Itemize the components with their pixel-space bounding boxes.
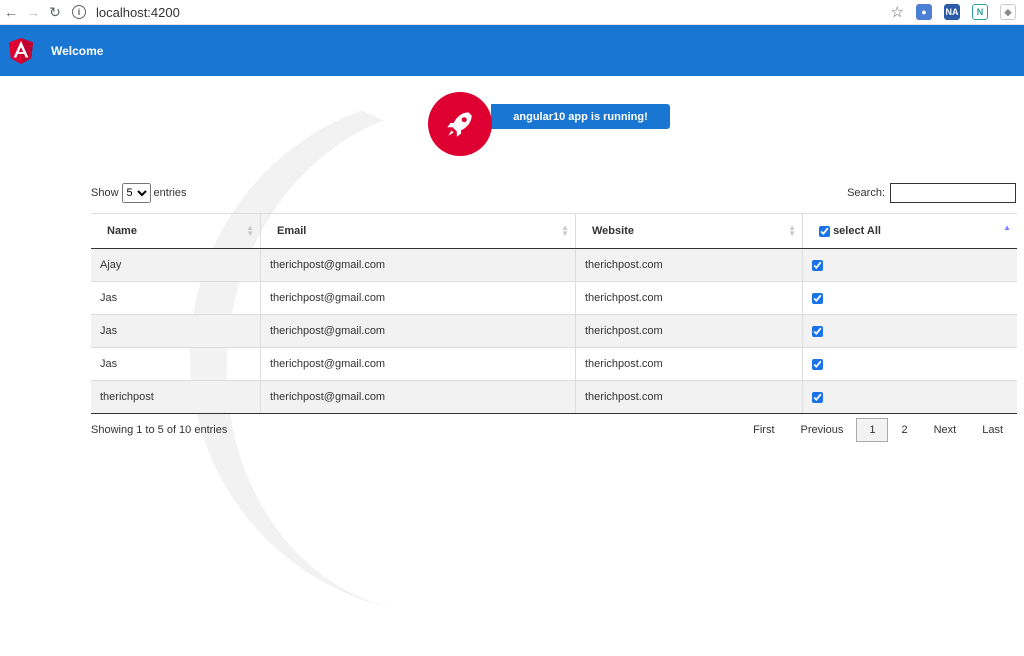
extension-n-icon[interactable]: N <box>972 4 988 20</box>
cell-select <box>802 380 1017 414</box>
search-control: Search: <box>847 183 1016 203</box>
cell-select <box>802 281 1017 315</box>
sort-asc-icon: ▲ <box>1003 223 1011 232</box>
select-all-checkbox[interactable] <box>819 225 830 237</box>
table-row: Jas therichpost@gmail.com therichpost.co… <box>91 347 1017 381</box>
previous-page-button[interactable]: Previous <box>788 418 857 442</box>
search-label: Search: <box>847 187 885 199</box>
cell-email: therichpost@gmail.com <box>260 380 576 414</box>
table-row: therichpost therichpost@gmail.com theric… <box>91 380 1017 414</box>
cell-name: Jas <box>91 347 261 381</box>
column-header-select-all[interactable]: select All ▲ <box>802 213 1017 249</box>
extension-na-icon[interactable]: NA <box>944 4 960 20</box>
cell-name: Ajay <box>91 248 261 282</box>
extension-profile-icon[interactable]: ● <box>916 4 932 20</box>
info-icon[interactable]: i <box>72 5 86 19</box>
cell-email: therichpost@gmail.com <box>260 314 576 348</box>
sort-both-icon: ▲ ▼ <box>788 223 796 238</box>
table-row: Jas therichpost@gmail.com therichpost.co… <box>91 314 1017 348</box>
table-row: Ajay therichpost@gmail.com therichpost.c… <box>91 248 1017 282</box>
show-label: Show <box>91 187 119 199</box>
extension-shield-icon[interactable]: ◆ <box>1000 4 1016 20</box>
app-header: Welcome <box>0 25 1024 76</box>
cell-email: therichpost@gmail.com <box>260 347 576 381</box>
page-2-button[interactable]: 2 <box>888 418 920 442</box>
cell-name: Jas <box>91 281 261 315</box>
address-bar[interactable]: i localhost:4200 <box>72 5 180 20</box>
cell-select <box>802 248 1017 282</box>
cell-website: therichpost.com <box>575 347 803 381</box>
cell-select <box>802 347 1017 381</box>
entries-label: entries <box>153 187 187 199</box>
row-checkbox[interactable] <box>812 391 823 403</box>
cell-email: therichpost@gmail.com <box>260 248 576 282</box>
url-text: localhost:4200 <box>96 4 180 20</box>
cell-select <box>802 314 1017 348</box>
browser-toolbar: ← → ↻ i localhost:4200 ☆ ● NA N ◆ <box>0 0 1024 25</box>
entries-length-control: Show 5 entries <box>91 183 187 203</box>
rocket-icon <box>447 112 472 137</box>
angular-logo-icon <box>9 37 33 64</box>
cell-name: therichpost <box>91 380 261 414</box>
cell-name: Jas <box>91 314 261 348</box>
back-icon[interactable]: ← <box>0 4 22 20</box>
cell-website: therichpost.com <box>575 281 803 315</box>
column-header-name[interactable]: Name ▲ ▼ <box>91 213 261 249</box>
cell-email: therichpost@gmail.com <box>260 281 576 315</box>
pagination: First Previous 1 2 Next Last <box>740 418 1016 442</box>
row-checkbox[interactable] <box>812 325 823 337</box>
table-row: Jas therichpost@gmail.com therichpost.co… <box>91 281 1017 315</box>
app-running-banner: angular10 app is running! <box>491 104 670 129</box>
cell-website: therichpost.com <box>575 380 803 414</box>
header-title: Welcome <box>51 43 104 58</box>
row-checkbox[interactable] <box>812 358 823 370</box>
page-1-button[interactable]: 1 <box>856 418 889 442</box>
entries-select[interactable]: 5 <box>121 183 151 203</box>
bookmark-star-icon[interactable]: ☆ <box>891 3 904 21</box>
table-info: Showing 1 to 5 of 10 entries <box>91 424 228 436</box>
first-page-button[interactable]: First <box>740 418 787 442</box>
forward-icon[interactable]: → <box>22 4 44 20</box>
sort-both-icon: ▲ ▼ <box>246 223 254 238</box>
users-table: Name ▲ ▼ Email ▲ ▼ Website ▲ ▼ select All ▲ Aj… <box>91 213 1017 414</box>
rocket-badge <box>428 92 492 156</box>
row-checkbox[interactable] <box>812 292 823 304</box>
next-page-button[interactable]: Next <box>921 418 970 442</box>
sort-both-icon: ▲ ▼ <box>561 223 569 238</box>
cell-website: therichpost.com <box>575 248 803 282</box>
search-input[interactable] <box>890 183 1016 203</box>
select-all-label: select All <box>833 225 881 237</box>
reload-icon[interactable]: ↻ <box>44 4 66 21</box>
cell-website: therichpost.com <box>575 314 803 348</box>
column-header-email[interactable]: Email ▲ ▼ <box>260 213 576 249</box>
column-header-website[interactable]: Website ▲ ▼ <box>575 213 803 249</box>
table-header-row: Name ▲ ▼ Email ▲ ▼ Website ▲ ▼ select All ▲ <box>91 213 1017 249</box>
row-checkbox[interactable] <box>812 259 823 271</box>
last-page-button[interactable]: Last <box>969 418 1016 442</box>
